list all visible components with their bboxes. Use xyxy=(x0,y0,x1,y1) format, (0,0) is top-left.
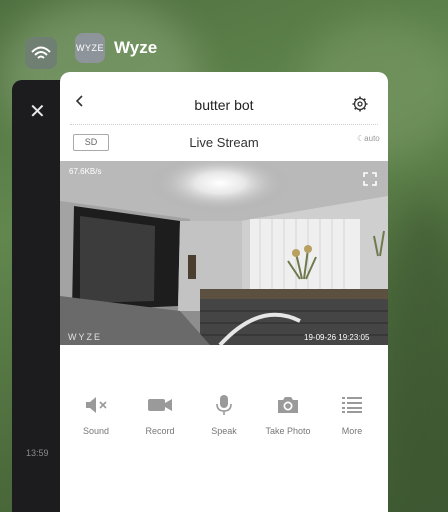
app-name: Wyze xyxy=(114,38,158,57)
wyze-app-icon[interactable]: WYZE xyxy=(75,33,105,63)
close-icon[interactable]: ✕ xyxy=(29,99,46,124)
sound-label: Sound xyxy=(82,426,110,436)
night-vision-auto-icon[interactable]: ☾auto xyxy=(357,134,380,143)
record-button[interactable]: Record xyxy=(128,394,192,436)
more-label: More xyxy=(341,426,363,436)
gear-icon[interactable] xyxy=(352,96,368,112)
camera-icon xyxy=(278,397,298,413)
auto-label: auto xyxy=(364,134,380,143)
fullscreen-icon[interactable] xyxy=(363,172,377,186)
video-camera-icon xyxy=(148,399,172,411)
top-bar: butter bot xyxy=(60,72,388,124)
record-label: Record xyxy=(145,426,175,436)
microphone-icon xyxy=(216,395,232,415)
device-title: butter bot xyxy=(194,97,254,113)
video-timestamp: 19-09-26 19:23:05 xyxy=(304,333,370,342)
wifi-icon xyxy=(31,46,51,59)
wyze-app-card[interactable]: butter bot SD Live Stream ☾auto 67.6KB/s… xyxy=(60,72,388,512)
wyze-app-icon-text: WYZE xyxy=(76,43,104,53)
sound-button[interactable]: Sound xyxy=(64,394,128,436)
background-card-time: 13:59 xyxy=(26,448,49,458)
wifi-app-icon[interactable] xyxy=(25,37,57,69)
speak-label: Speak xyxy=(211,426,237,436)
video-watermark: WYZE xyxy=(68,332,102,342)
speak-button[interactable]: Speak xyxy=(192,394,256,436)
live-video[interactable]: 67.6KB/s WYZE 19-09-26 19:23:05 xyxy=(60,161,388,345)
speaker-muted-icon xyxy=(86,397,107,413)
take-photo-button[interactable]: Take Photo xyxy=(256,394,320,436)
list-icon xyxy=(342,397,362,413)
divider xyxy=(70,124,378,125)
take-photo-label: Take Photo xyxy=(265,426,311,436)
more-button[interactable]: More xyxy=(320,394,384,436)
bitrate-readout: 67.6KB/s xyxy=(69,167,102,176)
mode-label: Live Stream xyxy=(189,135,259,150)
wallpaper-blur xyxy=(380,200,448,500)
camera-scene xyxy=(60,161,388,345)
